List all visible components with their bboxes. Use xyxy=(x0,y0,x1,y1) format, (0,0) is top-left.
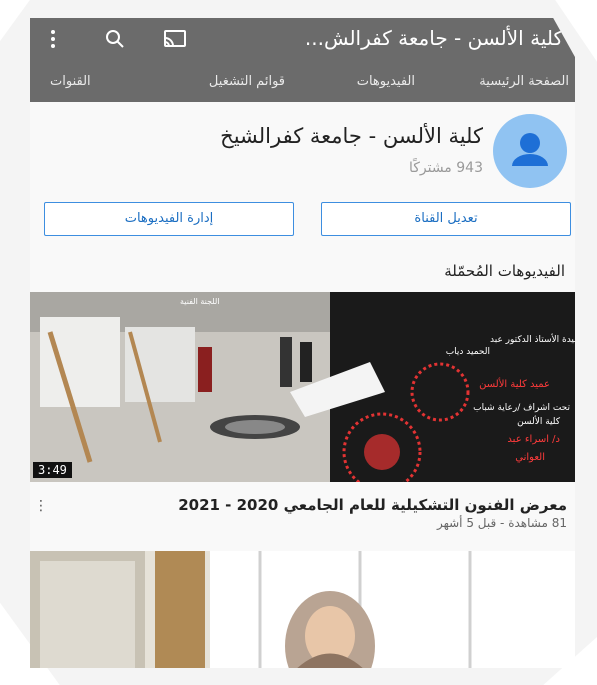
section-title: الفيديوهات المُحمّلة xyxy=(444,262,565,280)
video-title[interactable]: معرض الفنون التشكيلية للعام الجامعي 2020… xyxy=(178,496,567,514)
app-bar-title: كلية الألسن - جامعة كفرالش... xyxy=(304,26,563,50)
phone-screen: كلية الألسن - جامعة كفرالش... الصفحة الر… xyxy=(30,18,575,668)
svg-text:اللجنة الفنية: اللجنة الفنية xyxy=(180,297,220,306)
channel-name: كلية الألسن - جامعة كفرالشيخ xyxy=(220,124,483,148)
video-thumbnail[interactable]: عميدة الأستاذ الدكتور عبد الحميد دياب عم… xyxy=(30,292,575,482)
edit-channel-button[interactable]: تعديل القناة xyxy=(321,202,571,236)
tab-playlists[interactable]: قوائم التشغيل xyxy=(209,74,285,89)
svg-text:كلية الألسن: كلية الألسن xyxy=(517,415,561,427)
subscriber-count: 943 مشتركًا xyxy=(408,160,483,176)
svg-text:تحت اشراف /رعاية شباب: تحت اشراف /رعاية شباب xyxy=(473,403,570,413)
channel-tabs: الصفحة الرئيسية الفيديوهات قوائم التشغيل… xyxy=(30,60,575,102)
video-thumbnail-2[interactable] xyxy=(30,551,575,668)
more-vert-icon[interactable] xyxy=(40,26,66,52)
avatar[interactable] xyxy=(493,114,567,188)
video-menu-icon[interactable]: ⋮ xyxy=(34,498,48,514)
svg-text:الحميد دياب: الحميد دياب xyxy=(446,347,490,357)
duration-badge: 3:49 xyxy=(33,462,72,478)
cast-icon[interactable] xyxy=(162,26,188,52)
manage-videos-button[interactable]: إدارة الفيديوهات xyxy=(44,202,294,236)
tab-videos[interactable]: الفيديوهات xyxy=(357,74,415,89)
video-meta: 81 مشاهدة - قبل 5 أشهر xyxy=(436,516,567,530)
channel-header: كلية الألسن - جامعة كفرالشيخ 943 مشتركًا… xyxy=(30,102,575,247)
person-icon xyxy=(512,133,548,166)
app-bar: كلية الألسن - جامعة كفرالش... xyxy=(30,18,575,60)
svg-text:عميدة الأستاذ الدكتور عبد: عميدة الأستاذ الدكتور عبد xyxy=(490,333,575,345)
svg-text:العواني: العواني xyxy=(515,452,545,463)
search-icon[interactable] xyxy=(102,26,128,52)
svg-text:د/ اسراء عبد: د/ اسراء عبد xyxy=(507,434,560,445)
tab-home[interactable]: الصفحة الرئيسية xyxy=(479,74,569,89)
thumbnail-image: عميدة الأستاذ الدكتور عبد الحميد دياب عم… xyxy=(30,292,575,482)
tab-channels[interactable]: القنوات xyxy=(50,74,91,89)
thumbnail-image-2 xyxy=(30,551,575,668)
svg-text:عميد كلية الألسن: عميد كلية الألسن xyxy=(479,377,550,390)
